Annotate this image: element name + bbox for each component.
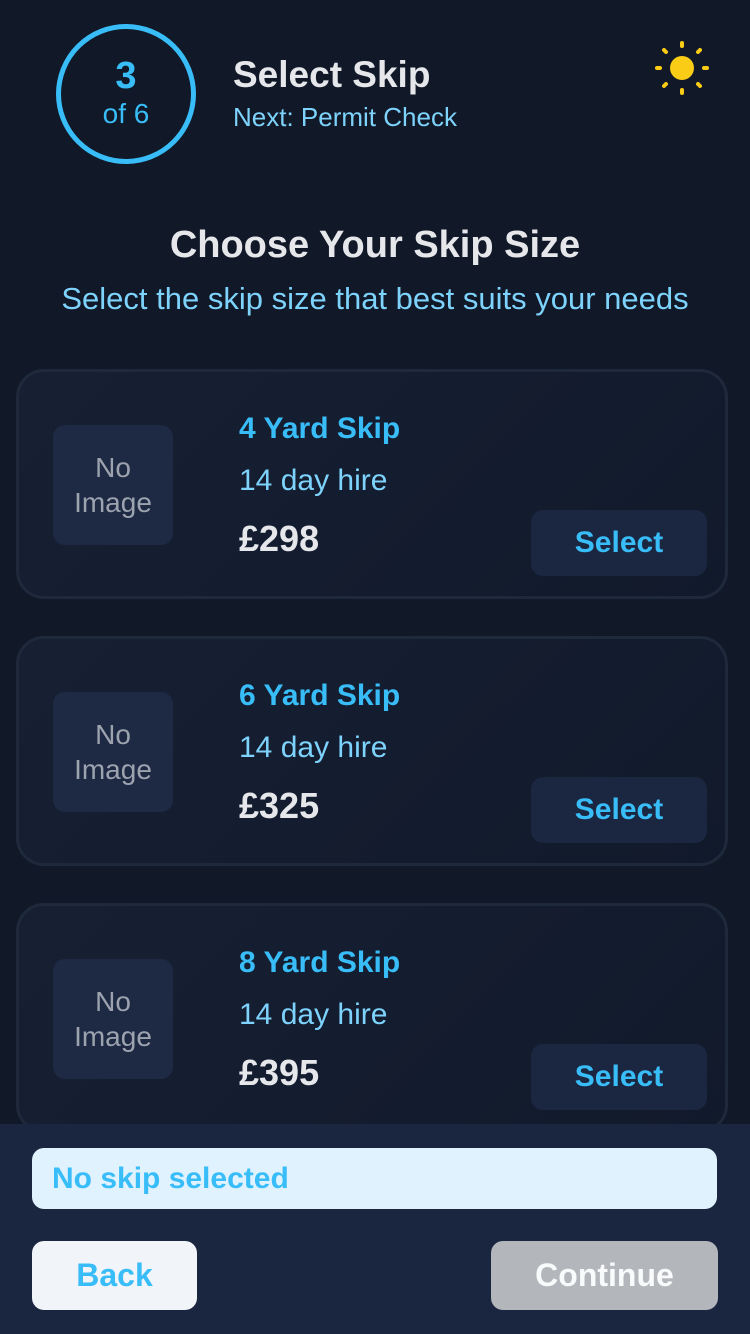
selection-status: No skip selected [32,1148,717,1209]
select-skip-button[interactable]: Select [531,510,707,576]
page-title: Select Skip [233,54,431,95]
skip-image-placeholder: No Image [53,959,173,1079]
skip-price: £298 [239,518,320,559]
skip-name: 8 Yard Skip [239,946,401,979]
skip-name: 4 Yard Skip [239,412,401,445]
skip-name: 6 Yard Skip [239,679,401,712]
skip-image-placeholder: No Image [53,425,173,545]
step-number: 3 [115,55,137,97]
continue-button[interactable]: Continue [491,1241,718,1310]
back-button[interactable]: Back [32,1241,197,1310]
footer-bar: No skip selected Back Continue [0,1124,750,1334]
skip-hire-period: 14 day hire [239,731,388,764]
section-title: Choose Your Skip Size [169,224,581,266]
skip-card[interactable]: No Image 6 Yard Skip 14 day hire £325 Sel… [16,636,728,866]
sun-icon [655,41,709,95]
theme-toggle-button[interactable] [652,38,712,98]
skip-image-placeholder: No Image [53,692,173,812]
step-total: of 6 [102,98,150,129]
section-subtitle: Select the skip size that best suits you… [61,281,689,316]
next-step-label: Next: Permit Check [233,102,457,132]
skip-card[interactable]: No Image 8 Yard Skip 14 day hire £395 Sel… [16,903,728,1133]
skip-price: £325 [239,785,320,826]
step-progress-indicator: 3 of 6 [56,24,196,164]
header: 3 of 6 Select Skip Next: Permit Check [0,0,750,190]
select-skip-button[interactable]: Select [531,777,707,843]
skip-hire-period: 14 day hire [239,464,388,497]
skip-price: £395 [239,1052,320,1093]
skip-hire-period: 14 day hire [239,998,388,1031]
skip-card[interactable]: No Image 4 Yard Skip 14 day hire £298 Sel… [16,369,728,599]
select-skip-button[interactable]: Select [531,1044,707,1110]
